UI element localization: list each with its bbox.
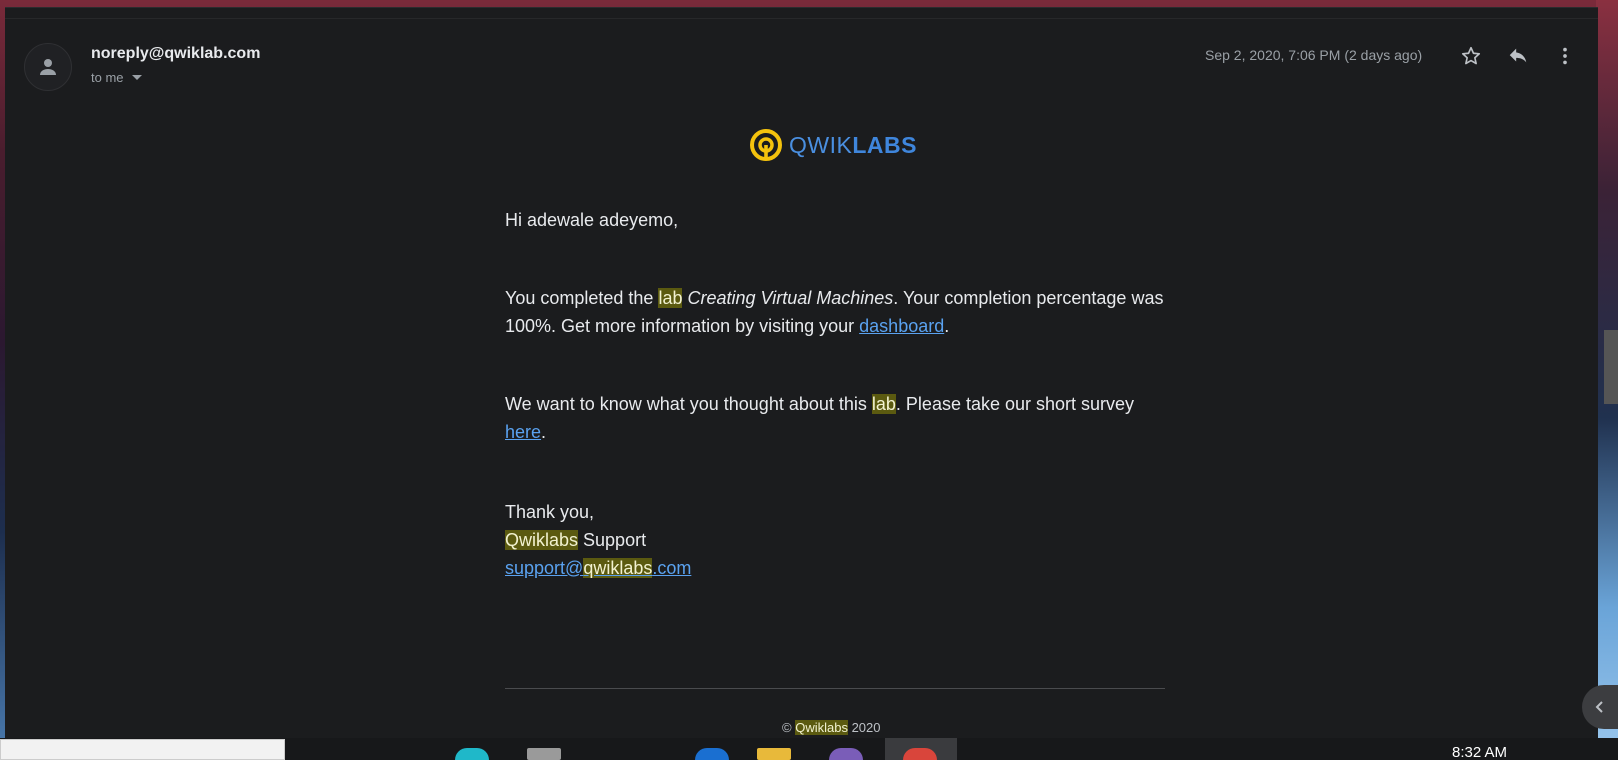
logo-wordmark: QWIKLABS — [789, 132, 917, 159]
more-vertical-icon — [1563, 47, 1567, 65]
support-email-link[interactable]: support@qwiklabs.com — [505, 558, 691, 578]
email-view: noreply@qwiklab.com to me Sep 2, 2020, 7… — [5, 7, 1598, 740]
logo-part-qwik: QWIK — [789, 131, 853, 158]
reply-icon — [1509, 48, 1527, 63]
footer: © Qwiklabs 2020 — [782, 720, 881, 735]
chrome-icon[interactable] — [903, 748, 937, 760]
chevron-down-icon[interactable] — [131, 75, 142, 80]
completion-paragraph: You completed the lab Creating Virtual M… — [505, 284, 1165, 340]
qwiklabs-logo: QWIKLABS — [749, 128, 917, 162]
dashboard-link[interactable]: dashboard — [859, 316, 944, 336]
lab-title: Creating Virtual Machines — [687, 288, 894, 308]
search-highlight: Qwiklabs — [795, 720, 848, 735]
thanks-line: Thank you, — [505, 502, 595, 522]
survey-link[interactable]: here — [505, 422, 541, 442]
person-icon — [40, 59, 56, 75]
app-icon-teal[interactable] — [455, 748, 489, 760]
survey-paragraph: We want to know what you thought about t… — [505, 390, 1165, 446]
taskbar-clock[interactable]: 8:32 AM — [1452, 744, 1507, 760]
survey-text-rest: . Please take our short survey — [895, 394, 1135, 414]
more-options-button[interactable] — [1547, 38, 1583, 74]
app-icon-purple[interactable] — [829, 748, 863, 760]
completion-text: You completed the — [505, 288, 659, 308]
logo-part-labs: LABS — [852, 131, 917, 158]
search-highlight: lab — [658, 288, 683, 308]
footer-divider — [505, 688, 1165, 689]
star-icon — [1461, 46, 1481, 65]
recipient-line[interactable]: to me — [91, 70, 142, 85]
email-prefix: support@ — [505, 558, 584, 578]
recipient-label: to me — [91, 70, 124, 85]
punctuation: . — [944, 316, 950, 336]
chevron-left-icon — [1595, 701, 1603, 713]
email-suffix: .com — [652, 558, 692, 578]
support-email-line: support@qwiklabs.com — [505, 554, 1165, 582]
avatar[interactable] — [24, 43, 72, 91]
reply-button[interactable] — [1500, 38, 1536, 74]
app-icon-calculator[interactable] — [527, 748, 561, 760]
header-divider — [5, 18, 1598, 19]
taskbar-search-box[interactable] — [0, 739, 285, 760]
punctuation: . — [541, 422, 547, 442]
scrollbar-thumb[interactable] — [1604, 330, 1618, 404]
search-highlight: Qwiklabs — [505, 530, 579, 550]
folder-icon[interactable] — [757, 748, 791, 760]
qwiklabs-logo-icon — [750, 129, 782, 161]
email-body: Hi adewale adeyemo, You completed the la… — [505, 206, 1165, 582]
app-icon-store[interactable] — [695, 748, 729, 760]
footer-year: 2020 — [847, 720, 881, 735]
survey-text: We want to know what you thought about t… — [505, 394, 872, 414]
signature-text: Support — [578, 530, 647, 550]
search-highlight: lab — [871, 394, 896, 414]
greeting: Hi adewale adeyemo, — [505, 210, 679, 230]
copyright-symbol: © — [782, 720, 792, 735]
side-panel-toggle[interactable] — [1582, 685, 1618, 729]
sender-address[interactable]: noreply@qwiklab.com — [91, 45, 260, 63]
search-highlight: qwiklabs — [583, 558, 653, 578]
star-button[interactable] — [1453, 38, 1489, 74]
email-date: Sep 2, 2020, 7:06 PM (2 days ago) — [1205, 47, 1423, 63]
signature-line: Qwiklabs Support — [505, 526, 1165, 554]
